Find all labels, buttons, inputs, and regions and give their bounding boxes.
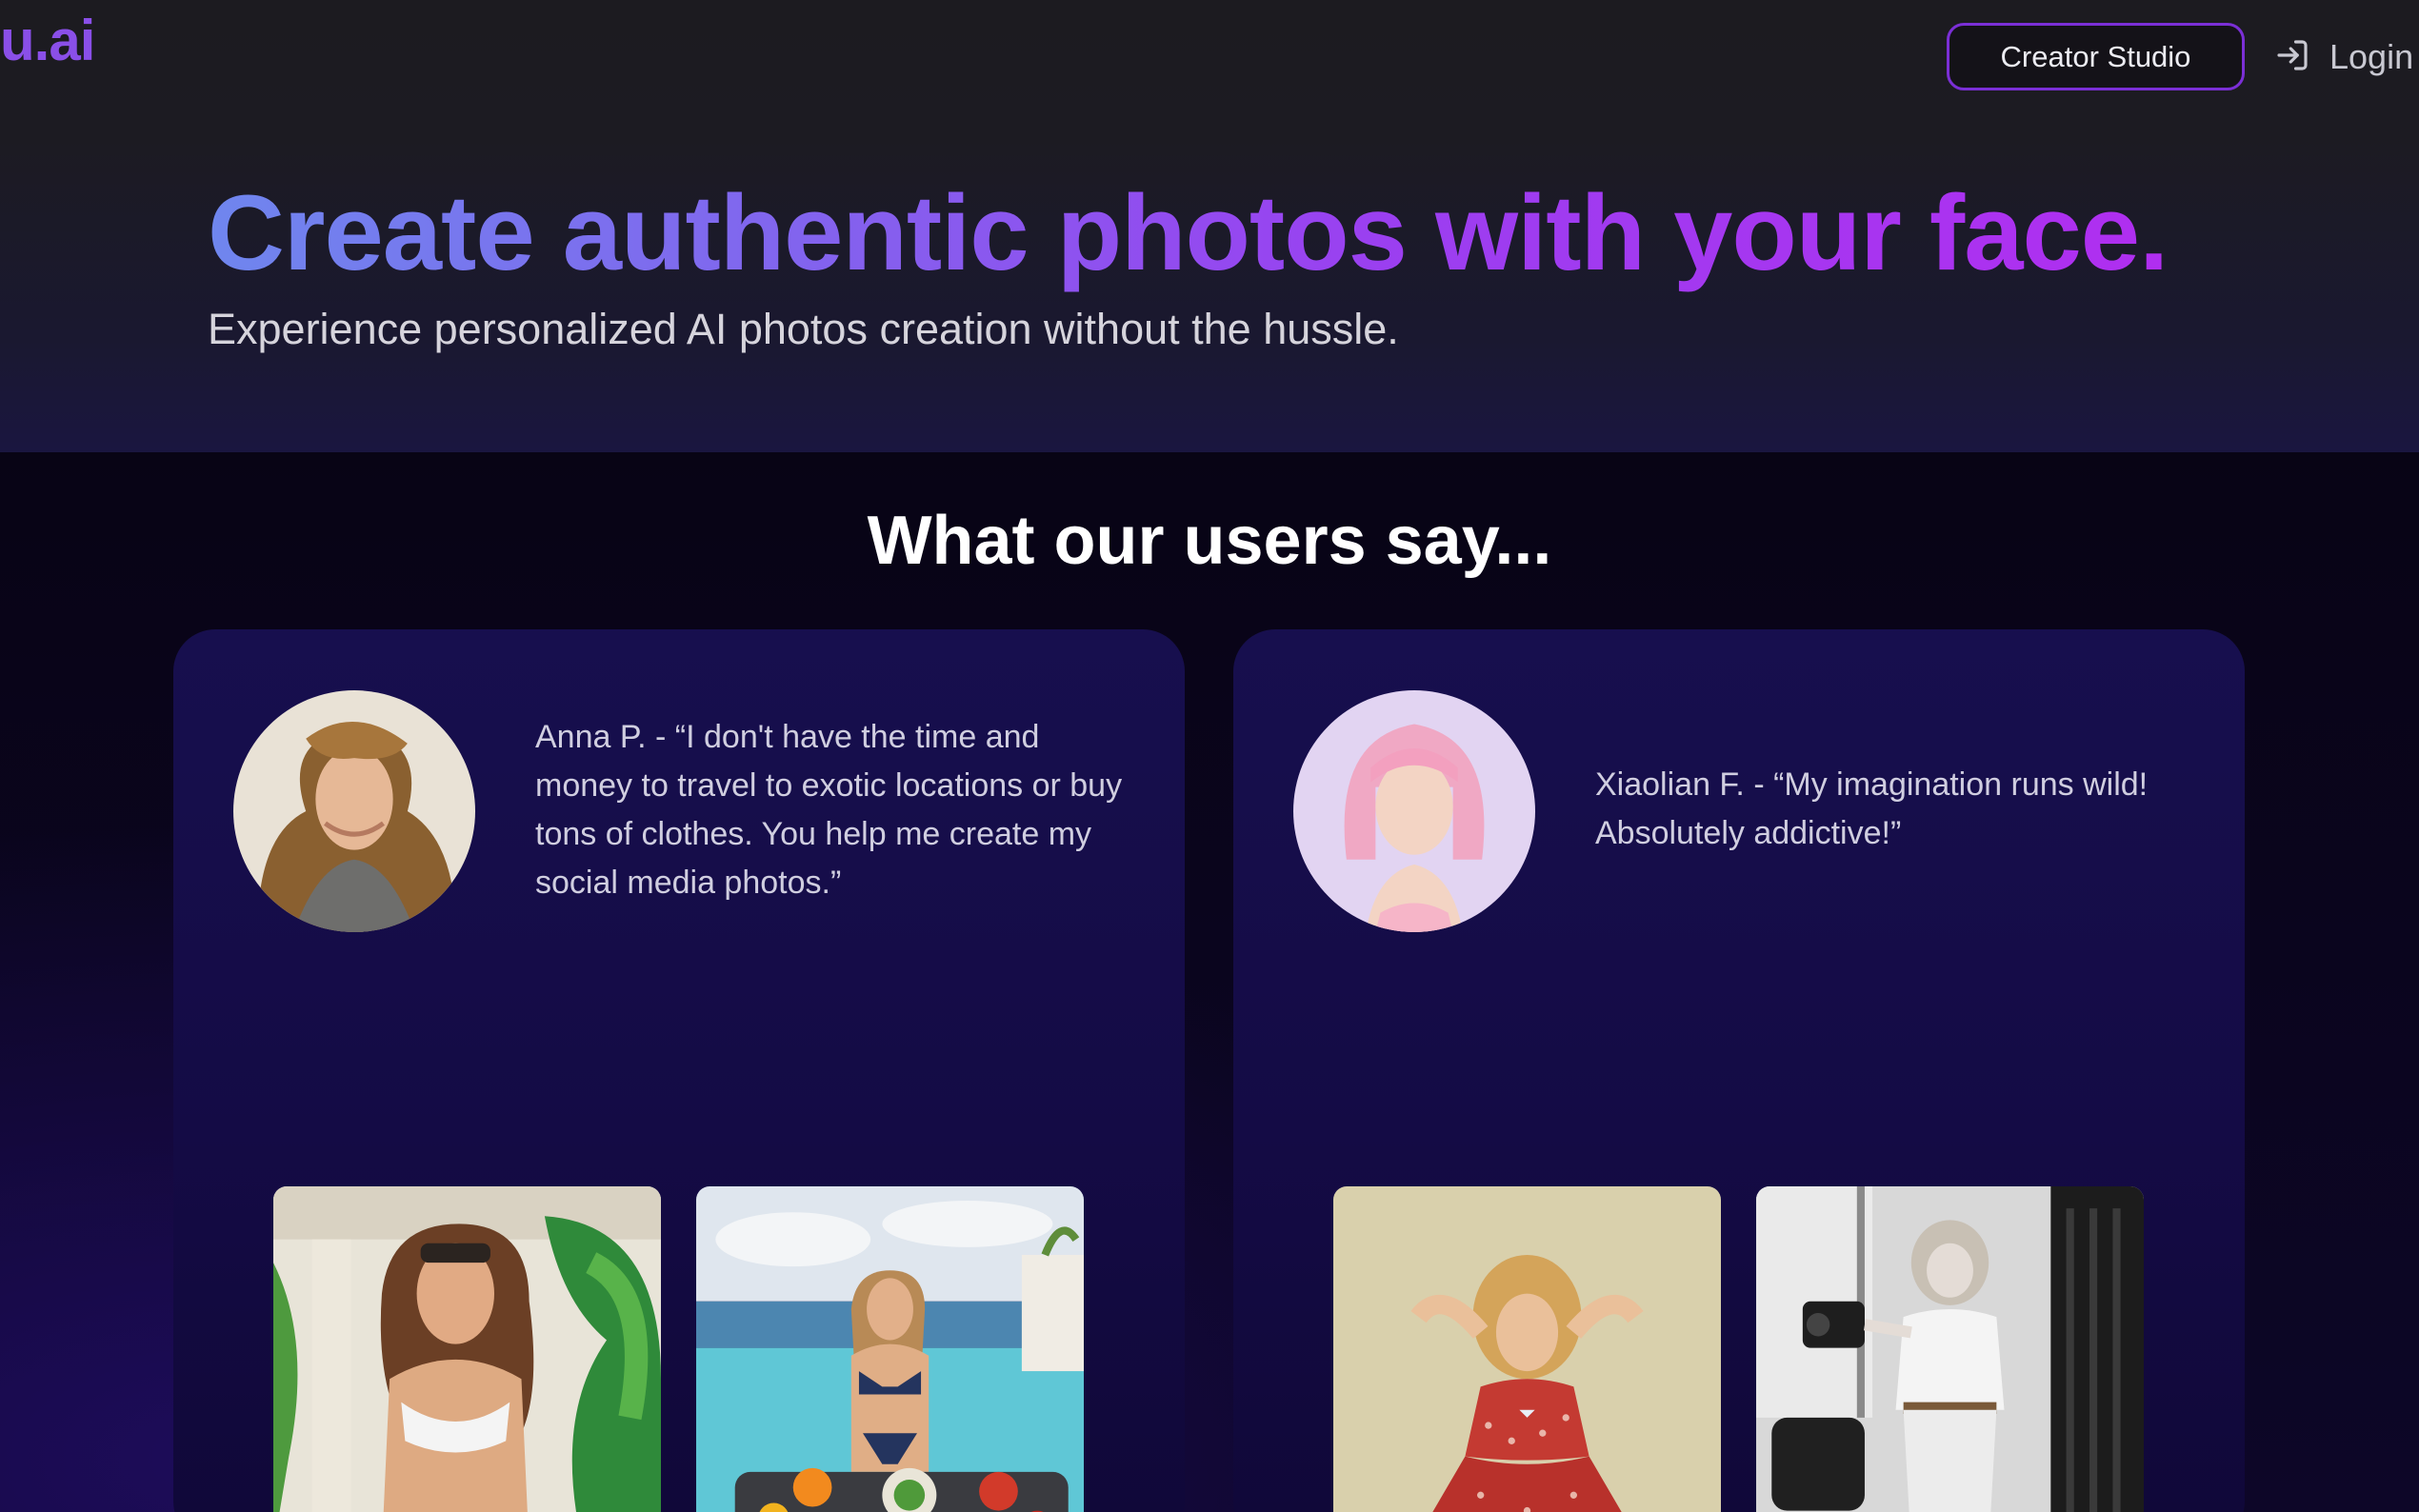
- testimonial-card-xiaolian: Xiaolian F. - “My imagination runs wild!…: [1233, 629, 2245, 1512]
- black-white-street-camera-photo: [1756, 1186, 2144, 1512]
- testimonial-card-anna: Anna P. - “I don't have the time and mon…: [173, 629, 1185, 1512]
- testimonials-heading: What our users say...: [867, 503, 1552, 579]
- hero-section: u.ai Creator Studio Login Create authent…: [0, 0, 2419, 452]
- creator-studio-button[interactable]: Creator Studio: [1947, 23, 2245, 90]
- woman-tropical-patio-photo: [273, 1186, 661, 1512]
- testimonials-section: What our users say... Anna P. - “I don't…: [0, 452, 2419, 1512]
- login-arrow-icon: [2272, 35, 2312, 80]
- testimonial-quote: Anna P. - “I don't have the time and mon…: [535, 719, 1123, 901]
- testimonial-quote: Xiaolian F. - “My imagination runs wild!…: [1595, 766, 2149, 851]
- login-label: Login: [2329, 37, 2414, 76]
- hero-subtitle: Experience personalized AI photos creati…: [208, 305, 1399, 353]
- woman-infinity-pool-photo: [696, 1186, 1084, 1512]
- landing-page: u.ai Creator Studio Login Create authent…: [0, 0, 2419, 1512]
- login-link[interactable]: Login: [2272, 30, 2413, 84]
- site-logo[interactable]: u.ai: [0, 8, 95, 73]
- pink-hair-woman-avatar: [1293, 690, 1535, 932]
- woman-portrait-avatar: [233, 690, 475, 932]
- retro-pinup-dress-photo: [1333, 1186, 1721, 1512]
- hero-title: Create authentic photos with your face.: [208, 173, 2169, 292]
